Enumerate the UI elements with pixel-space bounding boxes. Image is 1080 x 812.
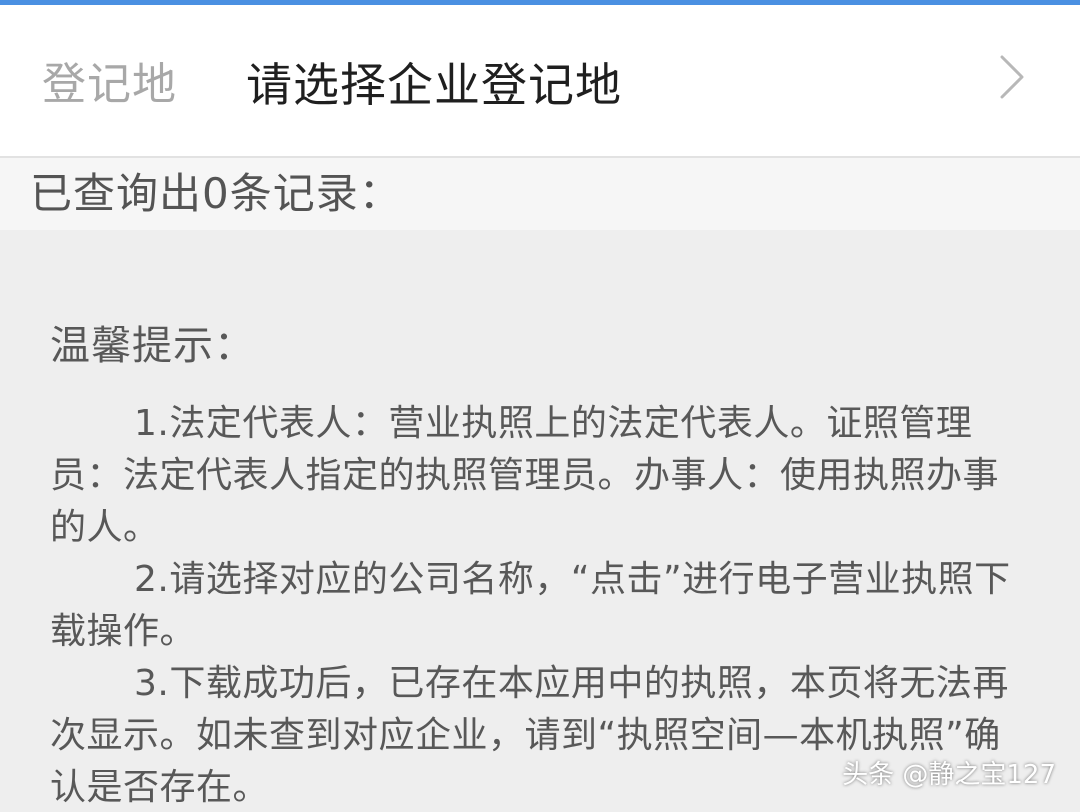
tips-title: 温馨提示：	[50, 323, 255, 369]
result-count-text: 已查询出0条记录：	[30, 169, 402, 218]
watermark: 头条 @静之宝127	[842, 760, 1056, 790]
result-summary-bar: 已查询出0条记录：	[0, 158, 1080, 230]
tips-section: 温馨提示： 1.法定代表人：营业执照上的法定代表人。证照管理员：法定代表人指定的…	[50, 318, 1030, 812]
chevron-right-icon[interactable]	[992, 51, 1032, 103]
region-label: 登记地	[42, 59, 177, 110]
tip-item: 1.法定代表人：营业执照上的法定代表人。证照管理员：法定代表人指定的执照管理员。…	[50, 403, 1000, 548]
region-select-placeholder[interactable]: 请选择企业登记地	[246, 58, 622, 112]
page: 登记地 请选择企业登记地 已查询出0条记录： 温馨提示： 1.法定代表人：营业执…	[0, 0, 1080, 812]
tip-item: 2.请选择对应的公司名称，“点击”进行电子营业执照下载操作。	[50, 559, 1011, 652]
region-selector-row[interactable]: 登记地 请选择企业登记地	[0, 5, 1080, 158]
